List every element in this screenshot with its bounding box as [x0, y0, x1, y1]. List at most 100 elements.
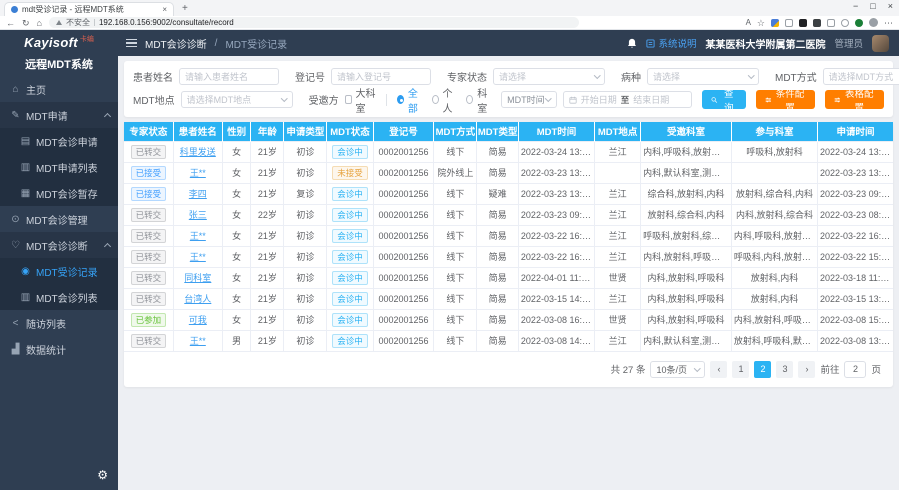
browser-menu-icon[interactable]: ⋯ [884, 16, 893, 30]
table-row: 已转交同科室女21岁初诊会诊中0002001256线下简易2022-04-01 … [124, 267, 893, 288]
radio-personal-label: 个人 [443, 85, 457, 115]
condition-config-button[interactable]: 条件配置 [756, 90, 815, 109]
system-help-link[interactable]: 系统说明 [646, 36, 696, 50]
cell-expert-status: 已转交 [124, 288, 173, 309]
big-dept-checkbox[interactable] [345, 95, 352, 104]
radio-personal[interactable] [432, 95, 439, 104]
cell-invited-depts: 内科,默认科室,测试科室 [641, 330, 732, 351]
page-size-select[interactable]: 10条/页 [650, 361, 705, 378]
window-close-button[interactable]: × [888, 1, 893, 11]
condition-config-label: 条件配置 [774, 86, 806, 114]
page-button-1[interactable]: 1 [732, 361, 749, 378]
next-page-button[interactable]: › [798, 361, 815, 378]
cell-mdt-time: 2022-03-22 16:40:00 [518, 225, 594, 246]
read-aloud-icon[interactable]: A [746, 16, 751, 30]
patient-name-link[interactable]: 张三 [189, 210, 207, 220]
patient-name-label: 患者姓名 [133, 69, 173, 84]
cell-expert-status: 已接受 [124, 183, 173, 204]
page-button-3[interactable]: 3 [776, 361, 793, 378]
new-tab-button[interactable]: + [182, 2, 188, 16]
cell-mdt-status: 会诊中 [327, 183, 373, 204]
user-avatar[interactable] [872, 35, 889, 52]
browser-extension-icon[interactable] [855, 19, 863, 27]
cell-patient-name: 王** [173, 246, 222, 267]
sidebar-item-mdt-record[interactable]: ◉MDT受诊记录 [0, 258, 118, 284]
sidebar-item-mdt-consult-draft[interactable]: ▦MDT会诊暂存 [0, 180, 118, 206]
browser-extension-icon[interactable] [799, 19, 807, 27]
patient-name-link[interactable]: 王** [190, 336, 206, 346]
window-minimize-button[interactable]: − [853, 1, 858, 11]
browser-profile-icon[interactable] [869, 18, 878, 27]
table-config-button[interactable]: 表格配置 [825, 90, 884, 109]
patient-name-link[interactable]: 同科室 [184, 273, 211, 283]
breadcrumb-parent: MDT会诊诊断 [145, 36, 207, 51]
cell-mdt-status: 会诊中 [327, 141, 373, 162]
patient-name-link[interactable]: 台湾人 [184, 294, 211, 304]
cell-joined-depts: 放射科,综合科,内科 [731, 183, 817, 204]
cell-apply-type: 初诊 [284, 309, 327, 330]
cell-mdt-time: 2022-03-23 13:00:00 [518, 183, 594, 204]
search-button[interactable]: 查询 [702, 90, 745, 109]
mdt-method-select[interactable]: 请选择MDT方式 [823, 68, 899, 85]
disease-select[interactable]: 请选择 [647, 68, 759, 85]
patient-name-link[interactable]: 王** [190, 252, 206, 262]
tab-close-icon[interactable]: × [162, 5, 167, 14]
prev-page-button[interactable]: ‹ [710, 361, 727, 378]
expert-status-select[interactable]: 请选择 [493, 68, 605, 85]
radio-dept[interactable] [466, 95, 473, 104]
bell-icon[interactable] [627, 38, 637, 49]
home-icon[interactable]: ⌂ [37, 16, 42, 30]
split-screen-icon[interactable] [841, 19, 849, 27]
sidebar-item-mdt-consult-diagnosis[interactable]: ♡MDT会诊诊断 [0, 232, 118, 258]
settings-gear-icon[interactable]: ⚙ [97, 468, 108, 482]
mdt-place-select[interactable]: 请选择MDT地点 [181, 91, 293, 108]
sliders-icon [765, 96, 772, 104]
patient-name-link[interactable]: 可我 [189, 315, 207, 325]
sidebar-item-mdt-consult-manage[interactable]: ⊙MDT会诊管理 [0, 206, 118, 232]
browser-extension-icon[interactable] [785, 19, 793, 27]
goto-page-input[interactable] [844, 361, 866, 378]
tab-favicon-icon [11, 6, 18, 13]
browser-extension-icon[interactable] [827, 19, 835, 27]
page-button-2[interactable]: 2 [754, 361, 771, 378]
patient-name-link[interactable]: 王** [190, 168, 206, 178]
sidebar-item-data-stats[interactable]: ▟数据统计 [0, 336, 118, 362]
topbar: MDT会诊诊断 / MDT受诊记录 系统说明 某某医科大学附属第二医院 管理员 [118, 30, 899, 56]
browser-extension-icon[interactable] [771, 19, 779, 27]
sidebar-item-mdt-consult-list[interactable]: ▥MDT会诊列表 [0, 284, 118, 310]
cell-apply-type: 初诊 [284, 141, 327, 162]
sidebar-item-mdt-apply-list[interactable]: ▥MDT申请列表 [0, 154, 118, 180]
patient-name-input[interactable] [179, 68, 279, 85]
patient-name-link[interactable]: 王** [190, 231, 206, 241]
cell-joined-depts: 内科,放射科,综合科 [731, 204, 817, 225]
cell-register-no: 0002001256 [373, 246, 434, 267]
refresh-icon[interactable]: ↻ [22, 16, 30, 30]
column-header: 专家状态 [124, 122, 173, 141]
clock-icon: ⊙ [10, 214, 21, 225]
patient-name-link[interactable]: 李四 [189, 189, 207, 199]
cell-mdt-type: 疑难 [477, 183, 519, 204]
sidebar-toggle-icon[interactable] [126, 39, 137, 48]
cell-apply-time: 2022-03-15 13:16:26 [818, 288, 893, 309]
page-buttons: 123 [732, 361, 793, 378]
address-bar[interactable]: 不安全 192.168.0.156:9002/consultate/record [49, 17, 579, 28]
app-logo: Kayisoft 卡编 [0, 30, 118, 54]
chart-icon: ▟ [10, 344, 21, 355]
sidebar-item-label: MDT会诊诊断 [26, 238, 88, 253]
patient-name-link[interactable]: 科里发送 [180, 147, 216, 157]
chevron-down-icon [545, 95, 551, 101]
register-no-input[interactable] [331, 68, 431, 85]
bookmark-star-icon[interactable]: ☆ [757, 16, 765, 30]
sidebar-item-home[interactable]: ⌂主页 [0, 76, 118, 102]
sidebar-item-mdt-consult-apply[interactable]: ▤MDT会诊申请 [0, 128, 118, 154]
back-icon[interactable]: ← [6, 16, 15, 30]
browser-extension-icon[interactable] [813, 19, 821, 27]
date-range-picker[interactable]: 开始日期 至 结束日期 [563, 91, 693, 108]
cell-invited-depts: 呼吸科,放射科,综合科,内科 [641, 225, 732, 246]
browser-tab[interactable]: mdt受诊记录 - 远程MDT系统 × [4, 2, 174, 16]
sidebar-item-mdt-apply[interactable]: ✎MDT申请 [0, 102, 118, 128]
time-type-select[interactable]: MDT时间 [501, 91, 557, 108]
radio-all[interactable] [397, 95, 404, 104]
sidebar-item-followup-list[interactable]: <随访列表 [0, 310, 118, 336]
window-restore-button[interactable]: □ [870, 1, 875, 11]
